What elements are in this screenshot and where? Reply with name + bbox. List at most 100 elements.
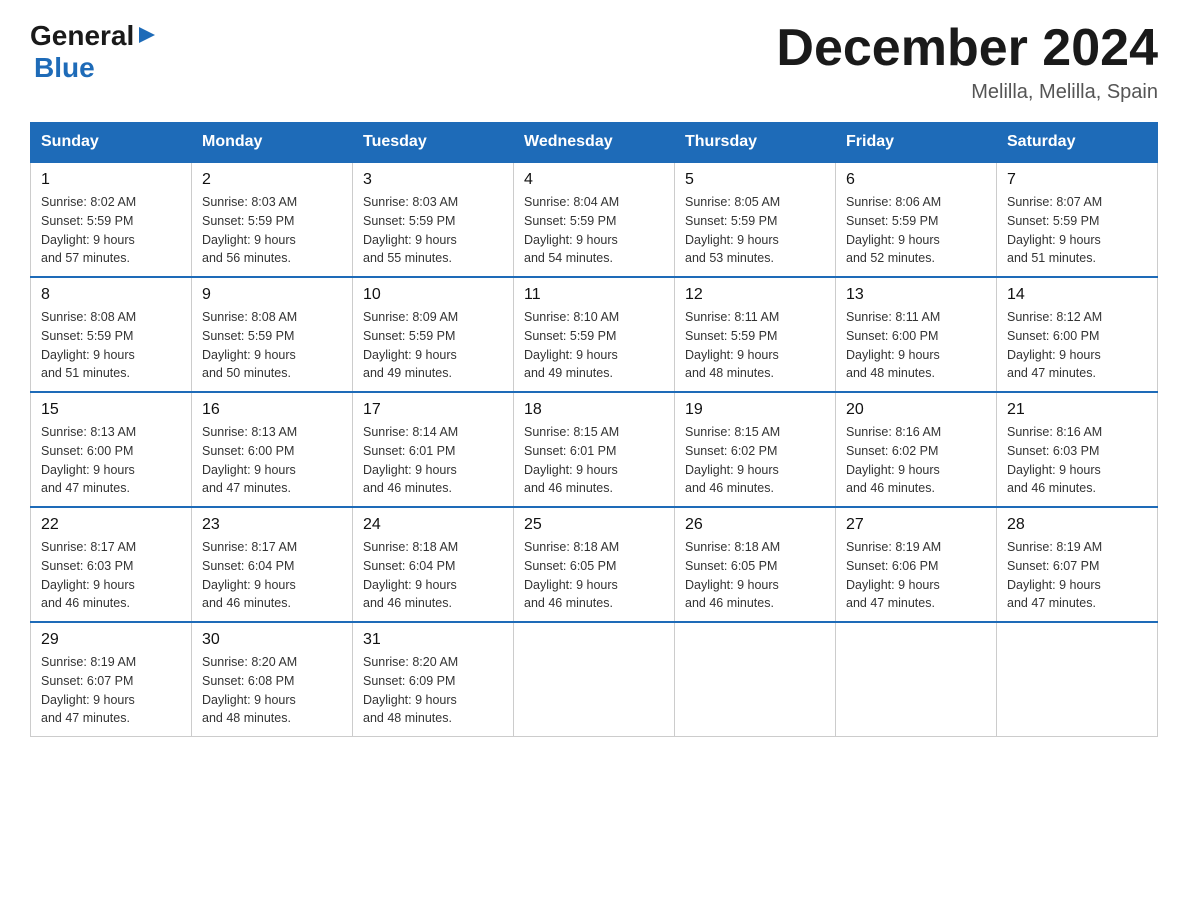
- day-info: Sunrise: 8:13 AM Sunset: 6:00 PM Dayligh…: [202, 423, 342, 498]
- calendar-cell: 5 Sunrise: 8:05 AM Sunset: 5:59 PM Dayli…: [675, 162, 836, 277]
- day-info: Sunrise: 8:06 AM Sunset: 5:59 PM Dayligh…: [846, 193, 986, 268]
- calendar-cell: 21 Sunrise: 8:16 AM Sunset: 6:03 PM Dayl…: [997, 392, 1158, 507]
- day-info: Sunrise: 8:04 AM Sunset: 5:59 PM Dayligh…: [524, 193, 664, 268]
- day-number: 6: [846, 171, 986, 189]
- day-header-friday: Friday: [836, 123, 997, 163]
- calendar-cell: 29 Sunrise: 8:19 AM Sunset: 6:07 PM Dayl…: [31, 622, 192, 737]
- calendar-cell: 6 Sunrise: 8:06 AM Sunset: 5:59 PM Dayli…: [836, 162, 997, 277]
- day-header-tuesday: Tuesday: [353, 123, 514, 163]
- calendar-cell: 13 Sunrise: 8:11 AM Sunset: 6:00 PM Dayl…: [836, 277, 997, 392]
- day-number: 28: [1007, 516, 1147, 534]
- calendar-cell: 22 Sunrise: 8:17 AM Sunset: 6:03 PM Dayl…: [31, 507, 192, 622]
- day-number: 29: [41, 631, 181, 649]
- calendar-header-row: SundayMondayTuesdayWednesdayThursdayFrid…: [31, 123, 1158, 163]
- logo-blue-text: Blue: [34, 52, 95, 83]
- day-number: 2: [202, 171, 342, 189]
- day-number: 23: [202, 516, 342, 534]
- calendar-cell: 16 Sunrise: 8:13 AM Sunset: 6:00 PM Dayl…: [192, 392, 353, 507]
- logo-general-text: General: [30, 20, 134, 52]
- day-info: Sunrise: 8:02 AM Sunset: 5:59 PM Dayligh…: [41, 193, 181, 268]
- day-number: 19: [685, 401, 825, 419]
- calendar-cell: 31 Sunrise: 8:20 AM Sunset: 6:09 PM Dayl…: [353, 622, 514, 737]
- day-number: 7: [1007, 171, 1147, 189]
- day-number: 17: [363, 401, 503, 419]
- day-number: 16: [202, 401, 342, 419]
- calendar-cell: 30 Sunrise: 8:20 AM Sunset: 6:08 PM Dayl…: [192, 622, 353, 737]
- day-number: 12: [685, 286, 825, 304]
- title-block: December 2024 Melilla, Melilla, Spain: [776, 20, 1158, 104]
- calendar-cell: 28 Sunrise: 8:19 AM Sunset: 6:07 PM Dayl…: [997, 507, 1158, 622]
- day-number: 24: [363, 516, 503, 534]
- day-info: Sunrise: 8:19 AM Sunset: 6:07 PM Dayligh…: [1007, 538, 1147, 613]
- calendar-cell: 4 Sunrise: 8:04 AM Sunset: 5:59 PM Dayli…: [514, 162, 675, 277]
- day-info: Sunrise: 8:17 AM Sunset: 6:04 PM Dayligh…: [202, 538, 342, 613]
- day-info: Sunrise: 8:10 AM Sunset: 5:59 PM Dayligh…: [524, 308, 664, 383]
- calendar-cell: 15 Sunrise: 8:13 AM Sunset: 6:00 PM Dayl…: [31, 392, 192, 507]
- page-header: General Blue December 2024 Melilla, Meli…: [30, 20, 1158, 104]
- day-info: Sunrise: 8:14 AM Sunset: 6:01 PM Dayligh…: [363, 423, 503, 498]
- day-number: 18: [524, 401, 664, 419]
- day-number: 25: [524, 516, 664, 534]
- calendar-cell: 10 Sunrise: 8:09 AM Sunset: 5:59 PM Dayl…: [353, 277, 514, 392]
- day-info: Sunrise: 8:18 AM Sunset: 6:04 PM Dayligh…: [363, 538, 503, 613]
- day-info: Sunrise: 8:15 AM Sunset: 6:02 PM Dayligh…: [685, 423, 825, 498]
- day-info: Sunrise: 8:11 AM Sunset: 5:59 PM Dayligh…: [685, 308, 825, 383]
- calendar-cell: 7 Sunrise: 8:07 AM Sunset: 5:59 PM Dayli…: [997, 162, 1158, 277]
- calendar-cell: 20 Sunrise: 8:16 AM Sunset: 6:02 PM Dayl…: [836, 392, 997, 507]
- calendar-cell: 3 Sunrise: 8:03 AM Sunset: 5:59 PM Dayli…: [353, 162, 514, 277]
- day-info: Sunrise: 8:20 AM Sunset: 6:08 PM Dayligh…: [202, 653, 342, 728]
- day-info: Sunrise: 8:11 AM Sunset: 6:00 PM Dayligh…: [846, 308, 986, 383]
- day-number: 9: [202, 286, 342, 304]
- calendar-cell: [514, 622, 675, 737]
- calendar-cell: 12 Sunrise: 8:11 AM Sunset: 5:59 PM Dayl…: [675, 277, 836, 392]
- calendar-cell: [675, 622, 836, 737]
- calendar-cell: [836, 622, 997, 737]
- calendar-week-row: 8 Sunrise: 8:08 AM Sunset: 5:59 PM Dayli…: [31, 277, 1158, 392]
- month-title: December 2024: [776, 20, 1158, 77]
- day-header-thursday: Thursday: [675, 123, 836, 163]
- day-info: Sunrise: 8:16 AM Sunset: 6:03 PM Dayligh…: [1007, 423, 1147, 498]
- calendar-cell: [997, 622, 1158, 737]
- day-number: 3: [363, 171, 503, 189]
- day-number: 10: [363, 286, 503, 304]
- day-number: 22: [41, 516, 181, 534]
- calendar-cell: 25 Sunrise: 8:18 AM Sunset: 6:05 PM Dayl…: [514, 507, 675, 622]
- day-info: Sunrise: 8:12 AM Sunset: 6:00 PM Dayligh…: [1007, 308, 1147, 383]
- calendar-cell: 27 Sunrise: 8:19 AM Sunset: 6:06 PM Dayl…: [836, 507, 997, 622]
- day-info: Sunrise: 8:18 AM Sunset: 6:05 PM Dayligh…: [524, 538, 664, 613]
- day-info: Sunrise: 8:19 AM Sunset: 6:07 PM Dayligh…: [41, 653, 181, 728]
- calendar-week-row: 1 Sunrise: 8:02 AM Sunset: 5:59 PM Dayli…: [31, 162, 1158, 277]
- calendar-cell: 14 Sunrise: 8:12 AM Sunset: 6:00 PM Dayl…: [997, 277, 1158, 392]
- day-number: 31: [363, 631, 503, 649]
- calendar-cell: 19 Sunrise: 8:15 AM Sunset: 6:02 PM Dayl…: [675, 392, 836, 507]
- day-number: 21: [1007, 401, 1147, 419]
- day-info: Sunrise: 8:07 AM Sunset: 5:59 PM Dayligh…: [1007, 193, 1147, 268]
- calendar-cell: 1 Sunrise: 8:02 AM Sunset: 5:59 PM Dayli…: [31, 162, 192, 277]
- day-info: Sunrise: 8:19 AM Sunset: 6:06 PM Dayligh…: [846, 538, 986, 613]
- day-number: 30: [202, 631, 342, 649]
- day-info: Sunrise: 8:15 AM Sunset: 6:01 PM Dayligh…: [524, 423, 664, 498]
- day-info: Sunrise: 8:16 AM Sunset: 6:02 PM Dayligh…: [846, 423, 986, 498]
- day-info: Sunrise: 8:20 AM Sunset: 6:09 PM Dayligh…: [363, 653, 503, 728]
- calendar-cell: 11 Sunrise: 8:10 AM Sunset: 5:59 PM Dayl…: [514, 277, 675, 392]
- calendar-week-row: 15 Sunrise: 8:13 AM Sunset: 6:00 PM Dayl…: [31, 392, 1158, 507]
- day-info: Sunrise: 8:09 AM Sunset: 5:59 PM Dayligh…: [363, 308, 503, 383]
- calendar-cell: 24 Sunrise: 8:18 AM Sunset: 6:04 PM Dayl…: [353, 507, 514, 622]
- day-number: 15: [41, 401, 181, 419]
- day-info: Sunrise: 8:18 AM Sunset: 6:05 PM Dayligh…: [685, 538, 825, 613]
- calendar-table: SundayMondayTuesdayWednesdayThursdayFrid…: [30, 122, 1158, 737]
- calendar-cell: 2 Sunrise: 8:03 AM Sunset: 5:59 PM Dayli…: [192, 162, 353, 277]
- day-info: Sunrise: 8:08 AM Sunset: 5:59 PM Dayligh…: [41, 308, 181, 383]
- day-info: Sunrise: 8:17 AM Sunset: 6:03 PM Dayligh…: [41, 538, 181, 613]
- day-number: 14: [1007, 286, 1147, 304]
- day-header-saturday: Saturday: [997, 123, 1158, 163]
- day-number: 1: [41, 171, 181, 189]
- calendar-week-row: 29 Sunrise: 8:19 AM Sunset: 6:07 PM Dayl…: [31, 622, 1158, 737]
- calendar-cell: 18 Sunrise: 8:15 AM Sunset: 6:01 PM Dayl…: [514, 392, 675, 507]
- calendar-cell: 26 Sunrise: 8:18 AM Sunset: 6:05 PM Dayl…: [675, 507, 836, 622]
- day-header-sunday: Sunday: [31, 123, 192, 163]
- day-info: Sunrise: 8:05 AM Sunset: 5:59 PM Dayligh…: [685, 193, 825, 268]
- day-number: 13: [846, 286, 986, 304]
- logo: General Blue: [30, 20, 157, 84]
- calendar-cell: 23 Sunrise: 8:17 AM Sunset: 6:04 PM Dayl…: [192, 507, 353, 622]
